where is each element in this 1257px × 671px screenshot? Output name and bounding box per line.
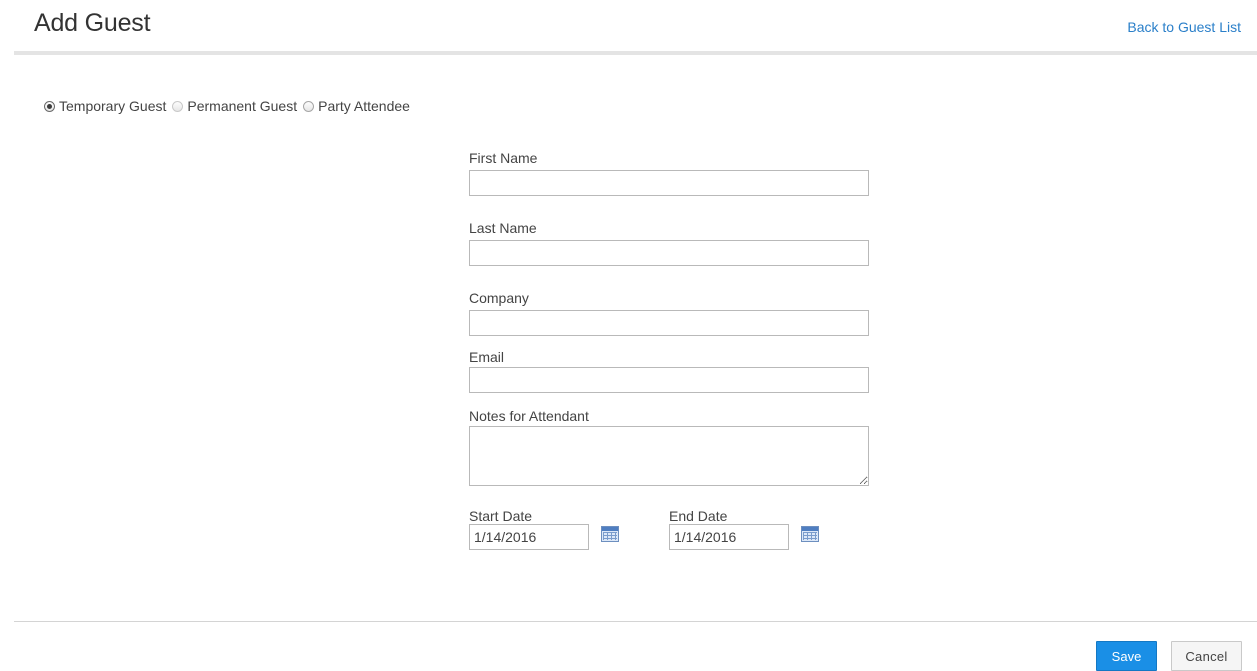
calendar-header: [802, 527, 818, 531]
last-name-input[interactable]: [469, 240, 869, 266]
radio-party-attendee[interactable]: Party Attendee: [303, 98, 410, 114]
page-title: Add Guest: [34, 9, 151, 37]
company-input[interactable]: [469, 310, 869, 336]
company-group: Company: [469, 290, 869, 336]
calendar-icon[interactable]: [601, 526, 619, 542]
calendar-grid: [603, 532, 617, 540]
guest-type-radio-group: Temporary Guest Permanent Guest Party At…: [44, 98, 416, 114]
email-group: Email: [469, 349, 869, 393]
email-label: Email: [469, 349, 505, 365]
radio-unchecked-icon[interactable]: [172, 100, 184, 112]
calendar-grid: [803, 532, 817, 540]
radio-temporary-guest[interactable]: Temporary Guest: [44, 98, 166, 114]
start-date-input[interactable]: [469, 524, 589, 550]
email-input[interactable]: [469, 367, 869, 393]
end-date-input[interactable]: [669, 524, 789, 550]
first-name-group: First Name: [469, 150, 869, 196]
start-date-row: [469, 524, 619, 550]
header-divider: [14, 51, 1257, 55]
calendar-icon[interactable]: [801, 526, 819, 542]
notes-group: Notes for Attendant: [469, 408, 869, 486]
radio-label-temporary-guest: Temporary Guest: [59, 98, 167, 114]
radio-label-permanent-guest: Permanent Guest: [187, 98, 298, 114]
last-name-group: Last Name: [469, 220, 869, 266]
footer-divider: [14, 621, 1257, 622]
company-label: Company: [469, 290, 529, 306]
notes-textarea[interactable]: [469, 426, 869, 486]
start-date-label: Start Date: [469, 508, 533, 524]
cancel-button[interactable]: Cancel: [1171, 641, 1242, 671]
radio-unchecked-icon[interactable]: [303, 100, 315, 112]
save-button[interactable]: Save: [1096, 641, 1157, 671]
end-date-label: End Date: [669, 508, 728, 524]
radio-permanent-guest[interactable]: Permanent Guest: [172, 98, 297, 114]
back-to-guest-list-link[interactable]: Back to Guest List: [1127, 19, 1241, 35]
end-date-group: End Date: [669, 508, 819, 550]
start-date-group: Start Date: [469, 508, 619, 550]
calendar-header: [602, 527, 618, 531]
last-name-label: Last Name: [469, 220, 537, 236]
first-name-label: First Name: [469, 150, 538, 166]
notes-label: Notes for Attendant: [469, 408, 589, 424]
radio-label-party-attendee: Party Attendee: [318, 98, 410, 114]
radio-checked-icon[interactable]: [44, 100, 55, 112]
first-name-input[interactable]: [469, 170, 869, 196]
end-date-row: [669, 524, 819, 550]
